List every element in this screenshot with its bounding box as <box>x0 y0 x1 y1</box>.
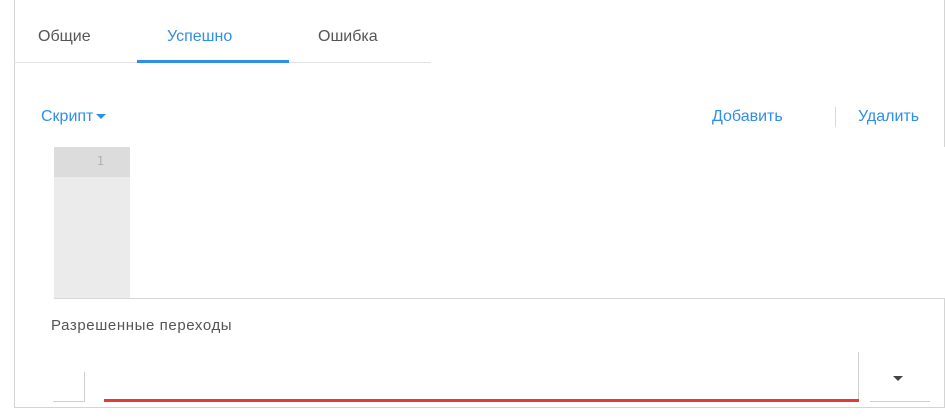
select-error-underline <box>104 399 859 402</box>
tab-success[interactable]: Успешно <box>167 27 232 47</box>
script-dropdown-label: Скрипт <box>41 108 94 125</box>
tab-general[interactable]: Общие <box>38 27 91 47</box>
script-dropdown[interactable]: Скрипт <box>41 107 107 127</box>
action-separator <box>835 107 836 127</box>
transitions-select[interactable] <box>104 352 859 402</box>
remove-button[interactable]: Удалить <box>858 107 919 127</box>
tab-error[interactable]: Ошибка <box>318 27 378 47</box>
caret-down-icon <box>96 114 107 120</box>
line-number-gutter: 1 <box>54 147 130 298</box>
line-number: 1 <box>96 154 104 168</box>
allowed-transitions-label: Разрешенные переходы <box>51 317 233 334</box>
arrow-down-icon <box>893 376 903 381</box>
select-dropdown-button[interactable] <box>870 358 930 402</box>
active-tab-indicator <box>137 60 289 63</box>
add-button[interactable]: Добавить <box>712 107 783 127</box>
active-line-highlight: 1 <box>54 147 130 177</box>
transitions-checkbox[interactable] <box>53 372 85 402</box>
script-editor[interactable]: 1 <box>54 147 945 299</box>
